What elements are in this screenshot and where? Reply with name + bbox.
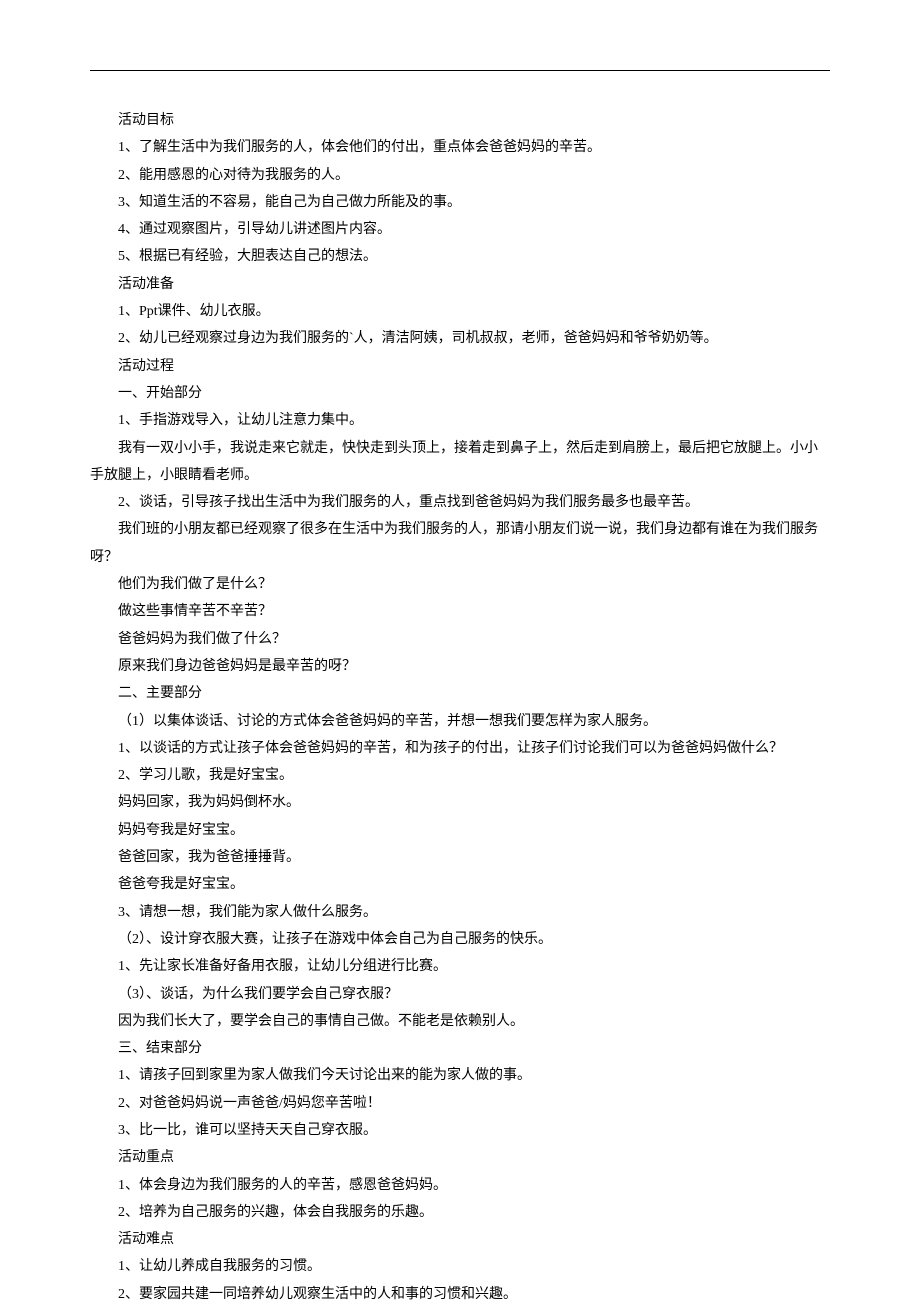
document-body: 活动目标1、了解生活中为我们服务的人，体会他们的付出，重点体会爸爸妈妈的辛苦。2… xyxy=(90,107,830,1308)
body-paragraph: 1、手指游戏导入，让幼儿注意力集中。 xyxy=(90,407,830,434)
body-paragraph: 3、请想一想，我们能为家人做什么服务。 xyxy=(90,899,830,926)
body-paragraph: 活动目标 xyxy=(90,107,830,134)
body-paragraph: 他们为我们做了是什么？ xyxy=(90,571,830,598)
body-paragraph: （3）、谈话，为什么我们要学会自己穿衣服？ xyxy=(90,981,830,1008)
body-paragraph: 三、结束部分 xyxy=(90,1035,830,1062)
body-paragraph: 活动过程 xyxy=(90,353,830,380)
body-paragraph: 4、通过观察图片，引导幼儿讲述图片内容。 xyxy=(90,216,830,243)
body-paragraph: 2、能用感恩的心对待为我服务的人。 xyxy=(90,162,830,189)
body-paragraph: 1、Ppt课件、幼儿衣服。 xyxy=(90,298,830,325)
body-paragraph: 1、体会身边为我们服务的人的辛苦，感恩爸爸妈妈。 xyxy=(90,1172,830,1199)
body-paragraph: 我有一双小小手，我说走来它就走，快快走到头顶上，接着走到鼻子上，然后走到肩膀上，… xyxy=(90,435,830,490)
body-paragraph: 1、以谈话的方式让孩子体会爸爸妈妈的辛苦，和为孩子的付出，让孩子们讨论我们可以为… xyxy=(90,735,830,762)
body-paragraph: 2、幼儿已经观察过身边为我们服务的`人，清洁阿姨，司机叔叔，老师，爸爸妈妈和爷爷… xyxy=(90,325,830,352)
body-paragraph: 二、主要部分 xyxy=(90,680,830,707)
body-paragraph: 1、请孩子回到家里为家人做我们今天讨论出来的能为家人做的事。 xyxy=(90,1062,830,1089)
body-paragraph: 爸爸回家，我为爸爸捶捶背。 xyxy=(90,844,830,871)
body-paragraph: 爸爸妈妈为我们做了什么？ xyxy=(90,626,830,653)
body-paragraph: （2）、设计穿衣服大赛，让孩子在游戏中体会自己为自己服务的快乐。 xyxy=(90,926,830,953)
body-paragraph: 因为我们长大了，要学会自己的事情自己做。不能老是依赖别人。 xyxy=(90,1008,830,1035)
body-paragraph: 2、要家园共建一同培养幼儿观察生活中的人和事的习惯和兴趣。 xyxy=(90,1281,830,1308)
body-paragraph: 3、比一比，谁可以坚持天天自己穿衣服。 xyxy=(90,1117,830,1144)
horizontal-rule xyxy=(90,70,830,71)
body-paragraph: 1、先让家长准备好备用衣服，让幼儿分组进行比赛。 xyxy=(90,953,830,980)
body-paragraph: 做这些事情辛苦不辛苦？ xyxy=(90,598,830,625)
body-paragraph: 一、开始部分 xyxy=(90,380,830,407)
body-paragraph: 2、谈话，引导孩子找出生活中为我们服务的人，重点找到爸爸妈妈为我们服务最多也最辛… xyxy=(90,489,830,516)
body-paragraph: 2、对爸爸妈妈说一声爸爸/妈妈您辛苦啦！ xyxy=(90,1090,830,1117)
body-paragraph: 活动难点 xyxy=(90,1226,830,1253)
body-paragraph: 2、学习儿歌，我是好宝宝。 xyxy=(90,762,830,789)
body-paragraph: 活动准备 xyxy=(90,271,830,298)
body-paragraph: 2、培养为自己服务的兴趣，体会自我服务的乐趣。 xyxy=(90,1199,830,1226)
body-paragraph: 5、根据已有经验，大胆表达自己的想法。 xyxy=(90,243,830,270)
body-paragraph: 原来我们身边爸爸妈妈是最辛苦的呀？ xyxy=(90,653,830,680)
body-paragraph: 3、知道生活的不容易，能自己为自己做力所能及的事。 xyxy=(90,189,830,216)
body-paragraph: 妈妈回家，我为妈妈倒杯水。 xyxy=(90,789,830,816)
body-paragraph: 1、让幼儿养成自我服务的习惯。 xyxy=(90,1253,830,1280)
body-paragraph: 1、了解生活中为我们服务的人，体会他们的付出，重点体会爸爸妈妈的辛苦。 xyxy=(90,134,830,161)
body-paragraph: 妈妈夸我是好宝宝。 xyxy=(90,817,830,844)
body-paragraph: 爸爸夸我是好宝宝。 xyxy=(90,871,830,898)
body-paragraph: 活动重点 xyxy=(90,1144,830,1171)
body-paragraph: 我们班的小朋友都已经观察了很多在生活中为我们服务的人，那请小朋友们说一说，我们身… xyxy=(90,516,830,571)
body-paragraph: （1）以集体谈话、讨论的方式体会爸爸妈妈的辛苦，并想一想我们要怎样为家人服务。 xyxy=(90,708,830,735)
